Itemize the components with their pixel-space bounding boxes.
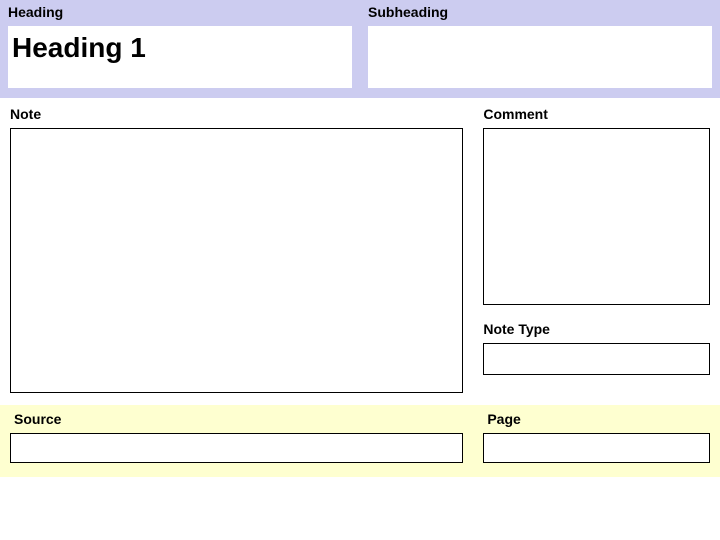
note-column: Note xyxy=(10,106,463,393)
comment-box[interactable] xyxy=(483,128,710,305)
heading-box[interactable]: Heading 1 xyxy=(8,26,352,88)
page-column: Page xyxy=(483,411,710,463)
notetype-box[interactable] xyxy=(483,343,710,375)
comment-column: Comment Note Type xyxy=(483,106,710,393)
notetype-label: Note Type xyxy=(483,321,710,337)
heading-label: Heading xyxy=(8,4,352,20)
bottom-band: Source Page xyxy=(0,405,720,477)
source-column: Source xyxy=(10,411,463,463)
note-box[interactable] xyxy=(10,128,463,393)
heading-text: Heading 1 xyxy=(12,32,348,64)
source-box[interactable] xyxy=(10,433,463,463)
notetype-wrap: Note Type xyxy=(483,321,710,375)
top-band: Heading Heading 1 Subheading xyxy=(0,0,720,98)
subheading-box[interactable] xyxy=(368,26,712,88)
note-label: Note xyxy=(10,106,463,122)
mid-band: Note Comment Note Type xyxy=(0,98,720,405)
comment-label: Comment xyxy=(483,106,710,122)
subheading-label: Subheading xyxy=(368,4,712,20)
page-label: Page xyxy=(487,411,710,427)
heading-column: Heading Heading 1 xyxy=(8,4,352,88)
subheading-column: Subheading xyxy=(368,4,712,88)
page-box[interactable] xyxy=(483,433,710,463)
source-label: Source xyxy=(14,411,463,427)
